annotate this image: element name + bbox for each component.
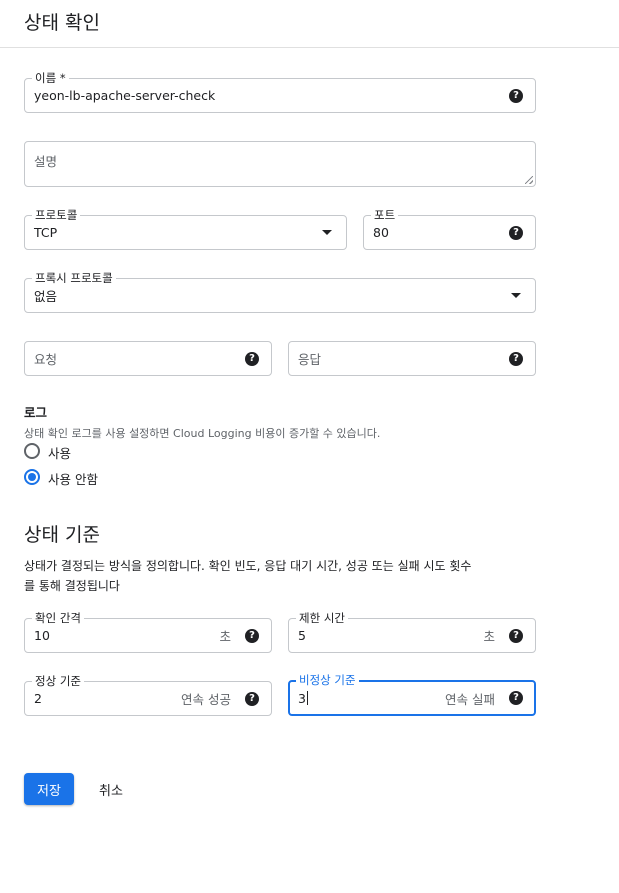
check-interval-suffix: 초 [219,629,231,644]
save-button[interactable]: 저장 [24,773,74,805]
help-icon[interactable]: ? [509,691,523,705]
healthy-threshold-value: 2 [34,691,42,706]
cancel-button[interactable]: 취소 [86,773,136,805]
port-field[interactable]: 포트 80 ? [363,208,536,250]
proxy-protocol-select[interactable]: 프록시 프로토콜 없음 [24,271,536,313]
help-icon[interactable]: ? [509,88,523,103]
help-icon[interactable]: ? [245,628,259,643]
unhealthy-threshold-field[interactable]: 비정상 기준 3 연속 실패 ? [288,673,536,716]
page-title: 상태 확인 [24,12,100,34]
response-field[interactable]: 응답 ? [288,341,536,376]
response-field-placeholder: 응답 [298,352,322,367]
timeout-suffix: 초 [483,629,495,644]
request-field-placeholder: 요청 [34,352,58,367]
unhealthy-threshold-value: 3 [298,690,306,706]
help-icon[interactable]: ? [245,691,259,706]
dialog-header: 상태 확인 [0,0,619,48]
check-interval-field[interactable]: 확인 간격 10 초 ? [24,611,272,653]
name-field-value: yeon-lb-apache-server-check [34,88,216,103]
criteria-description-line1: 상태가 결정되는 방식을 정의합니다. 확인 빈도, 응답 대기 시간, 성공 … [24,559,472,573]
protocol-select[interactable]: 프로토콜 TCP [24,208,347,250]
text-cursor [306,691,308,705]
timeout-field[interactable]: 제한 시간 5 초 ? [288,611,536,653]
criteria-title: 상태 기준 [24,524,100,546]
radio-label: 사용 안함 [48,472,98,487]
help-icon[interactable]: ? [509,351,523,366]
healthy-threshold-suffix: 연속 성공 [181,692,231,707]
help-icon[interactable]: ? [245,351,259,366]
port-field-value: 80 [373,225,389,240]
proxy-protocol-select-value: 없음 [34,289,58,304]
resize-grip-icon[interactable] [525,176,533,184]
chevron-down-icon [322,229,332,235]
timeout-value: 5 [298,628,306,643]
radio-label: 사용 [48,446,72,461]
description-placeholder: 설명 [34,154,58,169]
logs-radio-disable[interactable]: 사용 안함 [24,468,144,488]
name-field[interactable]: 이름 * yeon-lb-apache-server-check ? [24,71,536,113]
criteria-description-line2: 를 통해 결정됩니다 [24,579,120,593]
logs-radio-enable[interactable]: 사용 [24,442,144,462]
logs-description: 상태 확인 로그를 사용 설정하면 Cloud Logging 비용이 증가할 … [24,427,381,440]
request-field[interactable]: 요청 ? [24,341,272,376]
help-icon[interactable]: ? [509,225,523,240]
logs-title: 로그 [24,405,48,420]
radio-button-checked[interactable] [24,469,40,485]
check-interval-value: 10 [34,628,50,643]
healthy-threshold-field[interactable]: 정상 기준 2 연속 성공 ? [24,674,272,716]
unhealthy-threshold-suffix: 연속 실패 [445,691,495,707]
radio-button[interactable] [24,443,40,459]
chevron-down-icon [511,292,521,298]
description-textarea[interactable]: 설명 [24,141,536,187]
protocol-select-value: TCP [34,225,58,240]
unhealthy-threshold-value-wrap: 3 [298,682,308,714]
help-icon[interactable]: ? [509,628,523,643]
